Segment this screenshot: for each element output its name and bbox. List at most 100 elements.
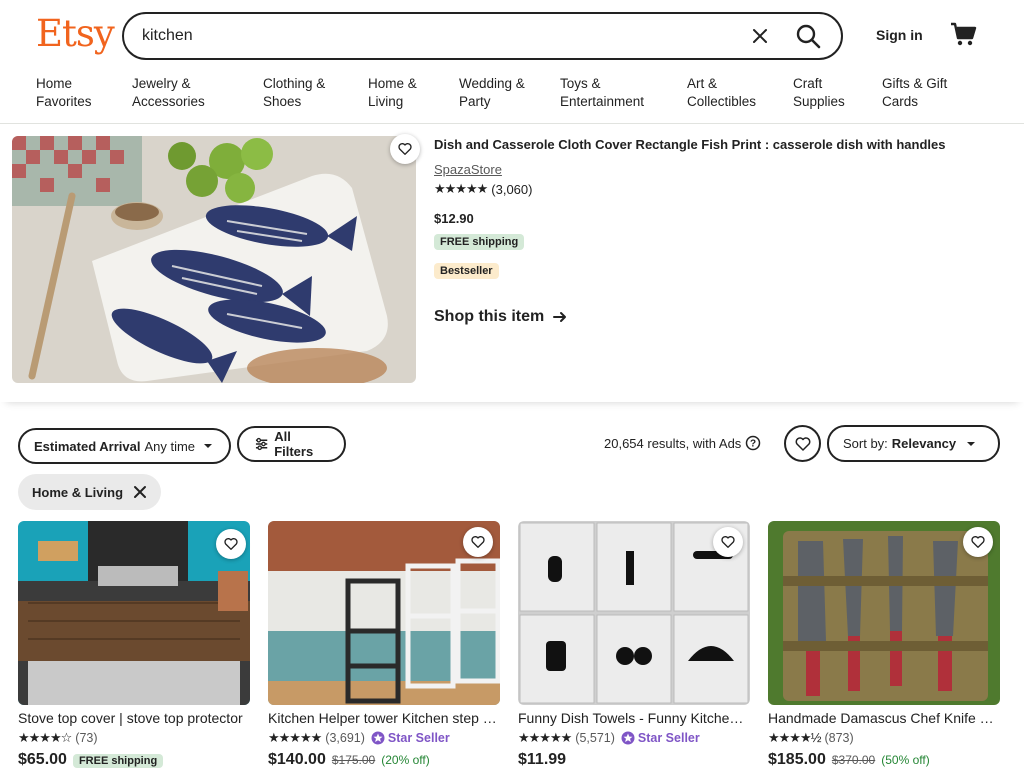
- original-price: $370.00: [831, 753, 876, 767]
- favorite-button[interactable]: [713, 527, 743, 557]
- listing-price: $140.00: [268, 751, 326, 768]
- arrival-label: Estimated Arrival: [34, 438, 141, 454]
- listing-price-row: $11.99: [518, 751, 566, 768]
- review-count: (5,571): [575, 731, 615, 745]
- star-rating: ★★★★☆: [18, 730, 72, 745]
- listing-title[interactable]: Funny Dish Towels - Funny Kitchen Towels: [518, 710, 750, 726]
- results-count: 20,654 results, with Ads ?: [604, 435, 761, 451]
- etsy-logo[interactable]: Etsy: [36, 12, 115, 55]
- question-icon[interactable]: ?: [745, 435, 761, 451]
- review-count: (3,060): [491, 181, 533, 197]
- favorite-button[interactable]: [963, 527, 993, 557]
- ad-shop-name[interactable]: SpazaStore: [434, 162, 502, 177]
- original-price: $175.00: [331, 753, 376, 767]
- star-rating: ★★★★★: [518, 730, 572, 745]
- ad-price: $12.90: [434, 211, 474, 226]
- star-seller-label: Star Seller: [637, 731, 700, 745]
- nav-label: Craft Supplies: [793, 76, 845, 109]
- listing-rating: ★★★★☆ (73): [18, 730, 98, 746]
- free-shipping-badge: FREE shipping: [72, 754, 164, 768]
- shop-this-item-link[interactable]: Shop this item: [434, 308, 568, 326]
- listing-card[interactable]: Stove top cover | stove top protector ★★…: [18, 521, 250, 768]
- all-filters-label: All Filters: [274, 429, 314, 459]
- favorite-button[interactable]: [390, 134, 420, 164]
- nav-toys-entertainment[interactable]: Toys & Entertainment: [560, 75, 644, 111]
- heart-icon: [224, 538, 238, 550]
- ad-listing-title[interactable]: Dish and Casserole Cloth Cover Rectangle…: [434, 137, 945, 152]
- stove-cover-photo: [18, 521, 250, 705]
- heart-icon: [398, 143, 412, 155]
- nav-label: Home Favorites: [36, 76, 92, 109]
- review-count: (3,691): [325, 731, 365, 745]
- nav-wedding-party[interactable]: Wedding & Party: [459, 75, 525, 111]
- review-count: (73): [75, 731, 98, 745]
- save-search-button[interactable]: [784, 425, 821, 462]
- listing-title[interactable]: Kitchen Helper tower Kitchen step stool: [268, 710, 500, 726]
- sort-by-dropdown[interactable]: Sort by: Relevancy: [827, 425, 1000, 462]
- sort-value: Relevancy: [891, 436, 957, 451]
- filter-sliders-icon: [255, 437, 268, 451]
- remove-filter-icon[interactable]: [133, 485, 147, 499]
- star-rating: ★★★★★: [434, 181, 488, 196]
- listing-price-row: $65.00 FREE shipping: [18, 751, 164, 768]
- listing-price: $65.00: [18, 751, 67, 768]
- listing-card[interactable]: Kitchen Helper tower Kitchen step stool …: [268, 521, 500, 768]
- nav-home-living[interactable]: Home & Living: [368, 75, 417, 111]
- listing-title[interactable]: Stove top cover | stove top protector: [18, 710, 250, 726]
- nav-label: Art & Collectibles: [687, 76, 757, 109]
- results-count-text: 20,654 results, with Ads: [604, 435, 742, 451]
- clear-search-icon[interactable]: [748, 24, 772, 48]
- shop-this-item-label: Shop this item: [434, 308, 545, 325]
- all-filters-button[interactable]: All Filters: [237, 426, 346, 462]
- star-seller-badge: Star Seller: [371, 731, 450, 745]
- nav-craft-supplies[interactable]: Craft Supplies: [793, 75, 845, 111]
- heart-icon: [471, 536, 485, 548]
- favorite-button[interactable]: [463, 527, 493, 557]
- search-input[interactable]: [142, 24, 722, 48]
- sort-label: Sort by:: [843, 436, 888, 451]
- site-header: Etsy Sign in Home Favorites Jewelry & Ac…: [0, 0, 1024, 124]
- nav-home-favorites[interactable]: Home Favorites: [36, 75, 92, 111]
- caret-down-icon: [967, 441, 976, 446]
- shopping-cart-icon[interactable]: [949, 20, 977, 48]
- sign-in-link[interactable]: Sign in: [876, 27, 923, 43]
- search-bar: [122, 12, 843, 60]
- nav-clothing-shoes[interactable]: Clothing & Shoes: [263, 75, 325, 111]
- nav-label: Gifts & Gift Cards: [882, 76, 948, 109]
- listing-price-row: $185.00 $370.00 (50% off): [768, 751, 930, 768]
- nav-gifts-gift-cards[interactable]: Gifts & Gift Cards: [882, 75, 947, 111]
- search-icon[interactable]: [794, 22, 822, 50]
- estimated-arrival-dropdown[interactable]: Estimated Arrival Any time: [18, 428, 231, 464]
- star-seller-icon: [621, 731, 635, 745]
- listing-rating: ★★★★½ (873): [768, 730, 854, 746]
- caret-down-icon: [204, 444, 213, 448]
- nav-jewelry-accessories[interactable]: Jewelry & Accessories: [132, 75, 205, 111]
- svg-text:?: ?: [750, 439, 756, 450]
- listing-image[interactable]: [18, 521, 250, 705]
- favorite-button[interactable]: [216, 529, 246, 559]
- listing-rating: ★★★★★ (5,571) Star Seller: [518, 730, 700, 746]
- active-filter-chip: Home & Living: [18, 474, 162, 510]
- discount-label: (50% off): [881, 753, 930, 767]
- nav-label: Toys & Entertainment: [560, 76, 645, 109]
- nav-label: Wedding & Party: [459, 76, 525, 109]
- nav-label: Home & Living: [368, 76, 417, 109]
- ad-listing-image[interactable]: [12, 136, 416, 383]
- star-rating: ★★★★½: [768, 730, 821, 745]
- arrow-right-icon: [553, 312, 567, 322]
- free-shipping-badge: FREE shipping: [434, 234, 525, 250]
- listing-price: $185.00: [768, 751, 826, 768]
- listing-card[interactable]: Handmade Damascus Chef Knife Set ★★★★½ (…: [768, 521, 1000, 768]
- nav-art-collectibles[interactable]: Art & Collectibles: [687, 75, 756, 111]
- bestseller-badge: Bestseller: [434, 263, 499, 279]
- star-rating: ★★★★★: [268, 730, 322, 745]
- fish-casserole-cover-photo: [12, 136, 416, 383]
- listing-card[interactable]: Funny Dish Towels - Funny Kitchen Towels…: [518, 521, 750, 768]
- star-seller-label: Star Seller: [387, 731, 450, 745]
- listing-price: $11.99: [518, 751, 567, 768]
- listing-rating: ★★★★★ (3,691) Star Seller: [268, 730, 450, 746]
- star-seller-icon: [371, 731, 385, 745]
- discount-label: (20% off): [381, 753, 430, 767]
- listing-title[interactable]: Handmade Damascus Chef Knife Set: [768, 710, 1000, 726]
- nav-label: Clothing & Shoes: [263, 76, 326, 109]
